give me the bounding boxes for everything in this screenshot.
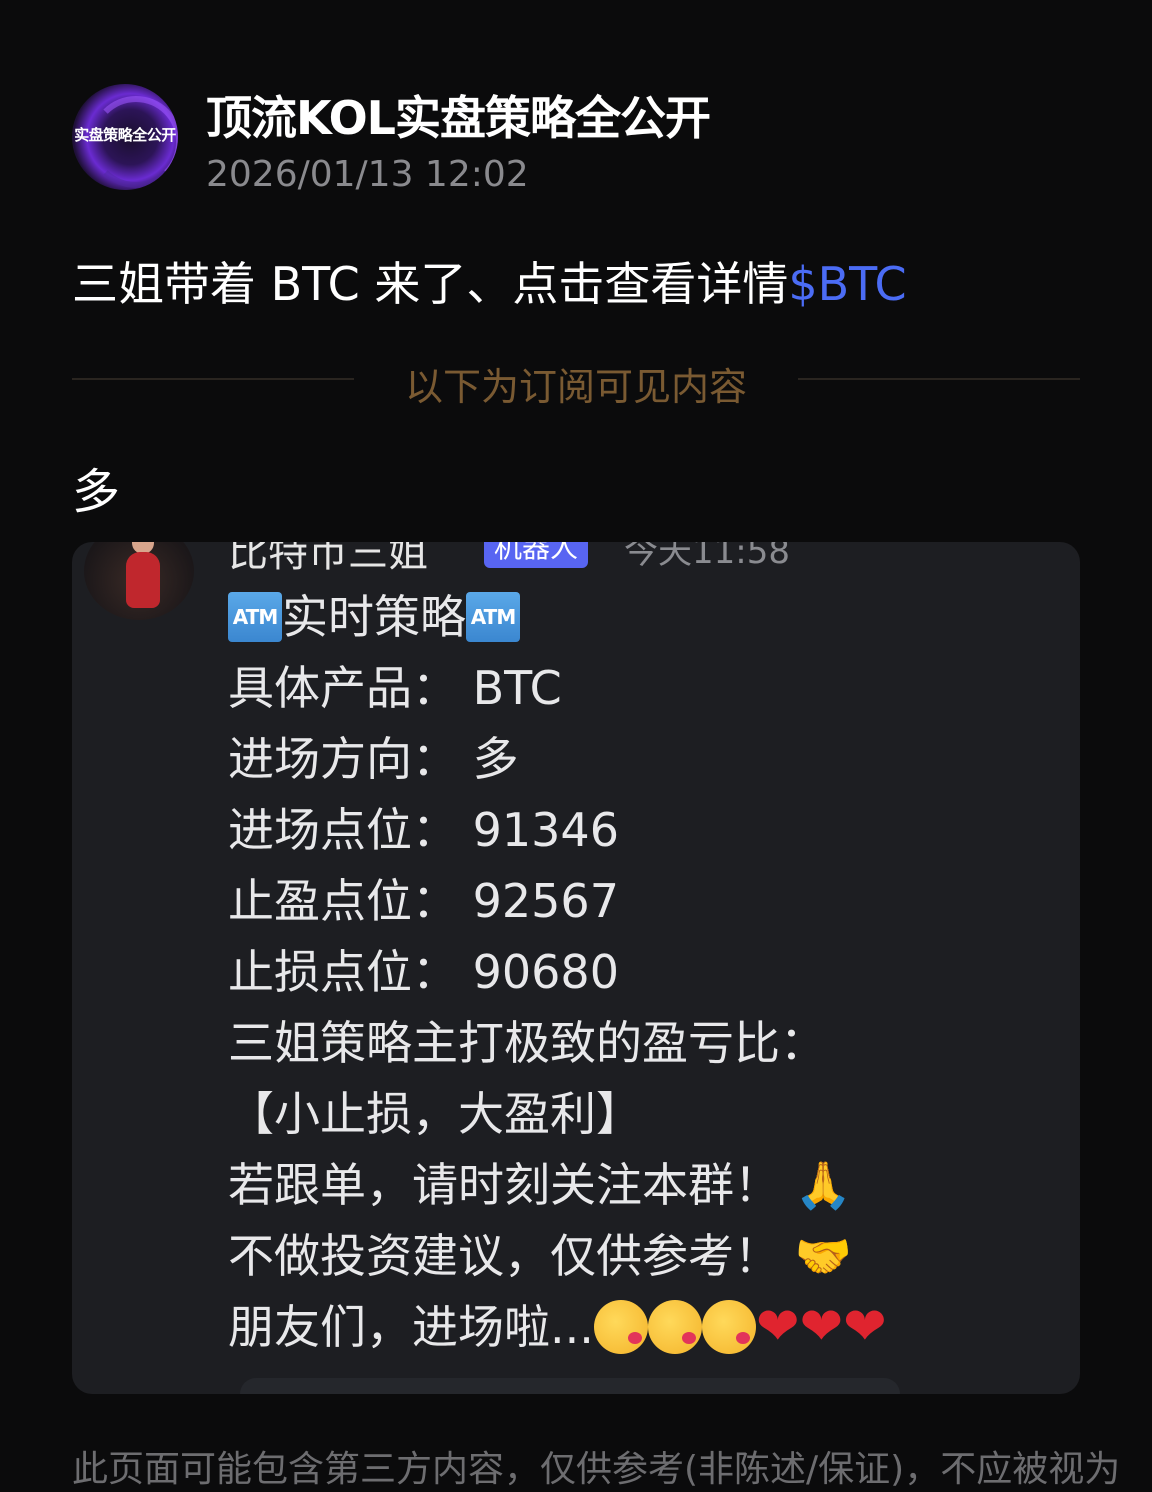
- bot-badge: 机器人: [484, 542, 589, 568]
- message-line-enter: 朋友们，进场啦... ❤❤❤: [228, 1292, 1068, 1363]
- avatar-label: 实盘策略全公开: [74, 126, 176, 144]
- enter-text: 朋友们，进场啦...: [228, 1300, 594, 1354]
- handshake-icon: 🤝: [794, 1228, 852, 1283]
- disclaimer-text: 不做投资建议，仅供参考！: [228, 1229, 780, 1283]
- pray-icon: 🙏: [794, 1157, 852, 1212]
- message-line-take-profit: 止盈点位： 92567: [228, 874, 619, 928]
- post-body: 三姐带着 BTC 来了、点击查看详情$BTC: [72, 248, 907, 314]
- message-line-ratio: 三姐策略主打极致的盈亏比：: [228, 1016, 826, 1070]
- sender-name: 比特币三姐: [228, 542, 428, 576]
- message-time: 今天11:58: [624, 542, 790, 572]
- message-line-disclaimer: 不做投资建议，仅供参考！ 🤝: [228, 1221, 1068, 1292]
- message-line-stop-loss: 止损点位： 90680: [228, 945, 619, 999]
- divider-line-right: [798, 378, 1080, 380]
- author-avatar[interactable]: 实盘策略全公开: [72, 84, 178, 190]
- message-line-slogan: 【小止损，大盈利】: [228, 1087, 642, 1141]
- message-line-direction: 进场方向： 多: [228, 732, 519, 786]
- message-screenshot-card[interactable]: 比特币三姐 机器人 今天11:58 ATM 实时策略 ATM 具体产品： BTC 进…: [72, 542, 1080, 1394]
- subscriber-divider: 以下为订阅可见内容: [72, 352, 1080, 409]
- heart-icon: ❤: [755, 1296, 800, 1357]
- author-name[interactable]: 顶流KOL实盘策略全公开: [206, 82, 711, 148]
- message-line-product: 具体产品： BTC: [228, 661, 562, 715]
- post-body-text: 三姐带着 BTC 来了、点击查看详情: [72, 257, 789, 311]
- card-bottom-edge: [240, 1378, 900, 1394]
- direction-text: 多: [72, 464, 121, 520]
- sender-avatar: [84, 542, 194, 620]
- btc-cashtag-link[interactable]: $BTC: [788, 257, 906, 311]
- atm-icon: ATM: [228, 591, 282, 642]
- follow-text: 若跟单，请时刻关注本群！: [228, 1158, 780, 1212]
- heart-icon: ❤: [843, 1296, 887, 1357]
- kiss-face-icon: [647, 1299, 702, 1354]
- message-line-follow: 若跟单，请时刻关注本群！ 🙏: [228, 1150, 1068, 1221]
- heart-icon: ❤: [799, 1296, 844, 1357]
- message-line-entry: 进场点位： 91346: [228, 803, 619, 857]
- post-header: 实盘策略全公开 顶流KOL实盘策略全公开 2026/01/13 12:02: [72, 82, 1072, 196]
- third-party-disclaimer: 此页面可能包含第三方内容，仅供参考(非陈述/保证)，不应被视为: [72, 1449, 1121, 1490]
- post-timestamp: 2026/01/13 12:02: [206, 154, 529, 195]
- headline-text: 实时策略: [282, 590, 466, 644]
- message-content: ATM 实时策略 ATM 具体产品： BTC 进场方向： 多 进场点位： 91346…: [228, 582, 1068, 1363]
- message-headline: ATM 实时策略 ATM: [228, 582, 1068, 653]
- atm-icon: ATM: [466, 591, 520, 642]
- kiss-face-icon: [593, 1299, 648, 1354]
- kiss-face-icon: [701, 1299, 756, 1354]
- subscriber-divider-label: 以下为订阅可见内容: [404, 365, 747, 409]
